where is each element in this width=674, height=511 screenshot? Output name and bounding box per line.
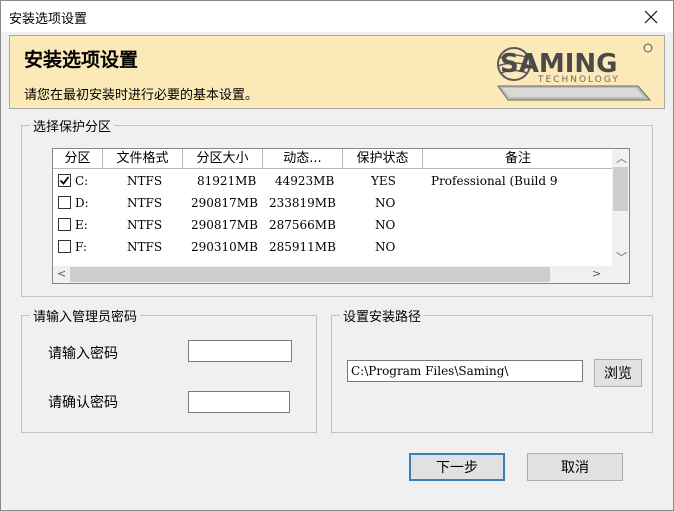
drive-cell: F: (75, 240, 87, 254)
partition-checkbox[interactable] (58, 240, 71, 253)
password-group-label: 请输入管理员密码 (30, 306, 141, 325)
size-cell: 290310MB (191, 240, 258, 254)
dynamic-cell: 285911MB (269, 240, 336, 254)
next-button[interactable]: 下一步 (409, 453, 505, 481)
scroll-up-icon[interactable]: ︿ (616, 150, 627, 166)
partition-group-label: 选择保护分区 (30, 116, 115, 135)
status-cell: NO (375, 240, 396, 254)
installer-dialog: 安装选项设置 安装选项设置 请您在最初安装时进行必要的基本设置。 SAMING … (0, 0, 674, 511)
horizontal-scroll-thumb[interactable] (70, 267, 550, 282)
partition-list[interactable]: 分区 文件格式 分区大小 动态... 保护状态 备注 C: NTFS 81921… (52, 148, 630, 284)
size-cell: 81921MB (197, 174, 257, 188)
check-icon (59, 176, 70, 185)
status-cell: NO (375, 218, 396, 232)
install-path-input[interactable]: C:\Program Files\Saming\ (347, 360, 583, 382)
dynamic-cell: 233819MB (269, 196, 336, 210)
vertical-scroll-thumb[interactable] (613, 167, 628, 211)
size-cell: 290817MB (191, 218, 258, 232)
partition-list-vertical-scrollbar[interactable]: ︿ ﹀ (612, 149, 629, 266)
install-path-groupbox: 设置安装路径 C:\Program Files\Saming\ 浏览 (331, 306, 653, 433)
column-header-note[interactable]: 备注 (423, 149, 613, 169)
status-cell: NO (375, 196, 396, 210)
saming-logo: SAMING TECHNOLOGY (497, 43, 653, 101)
note-cell: Professional (Build 9 (431, 174, 558, 188)
column-header-dynamic[interactable]: 动态... (263, 149, 343, 169)
column-header-drive[interactable]: 分区 (53, 149, 103, 169)
password-input[interactable] (188, 340, 292, 362)
dynamic-cell: 44923MB (275, 174, 335, 188)
drive-cell: D: (75, 196, 89, 210)
format-cell: NTFS (127, 240, 163, 254)
column-header-size[interactable]: 分区大小 (183, 149, 263, 169)
dynamic-cell: 287566MB (269, 218, 336, 232)
format-cell: NTFS (127, 174, 163, 188)
password-label: 请输入密码 (48, 346, 118, 362)
partition-list-horizontal-scrollbar[interactable]: < > (53, 266, 629, 283)
logo-tagline: TECHNOLOGY (537, 75, 620, 85)
table-row[interactable]: E: NTFS 290817MB 287566MB NO (53, 214, 613, 236)
partition-checkbox[interactable] (58, 218, 71, 231)
column-header-status[interactable]: 保护状态 (343, 149, 423, 169)
table-row[interactable]: C: NTFS 81921MB 44923MB YES Professional… (53, 170, 613, 192)
size-cell: 290817MB (191, 196, 258, 210)
banner-title: 安装选项设置 (24, 49, 139, 71)
browse-button[interactable]: 浏览 (594, 359, 642, 387)
close-button[interactable] (629, 1, 673, 32)
install-path-group-label: 设置安装路径 (340, 306, 425, 325)
drive-cell: C: (75, 174, 89, 188)
partition-checkbox[interactable] (58, 174, 71, 187)
column-header-format[interactable]: 文件格式 (103, 149, 183, 169)
partition-list-header: 分区 文件格式 分区大小 动态... 保护状态 备注 (53, 149, 613, 170)
scroll-right-icon[interactable]: > (592, 267, 601, 280)
scroll-down-icon[interactable]: ﹀ (616, 249, 627, 265)
confirm-password-label: 请确认密码 (48, 395, 118, 411)
table-row[interactable]: F: NTFS 290310MB 285911MB NO (53, 236, 613, 258)
banner-subtitle: 请您在最初安装时进行必要的基本设置。 (24, 88, 259, 103)
cancel-button[interactable]: 取消 (527, 453, 623, 481)
header-banner: 安装选项设置 请您在最初安装时进行必要的基本设置。 SAMING TECHNOL… (9, 35, 665, 109)
partition-checkbox[interactable] (58, 196, 71, 209)
title-bar[interactable]: 安装选项设置 (1, 1, 673, 32)
window-title: 安装选项设置 (9, 12, 88, 27)
format-cell: NTFS (127, 196, 163, 210)
close-icon (644, 10, 658, 23)
table-row[interactable]: D: NTFS 290817MB 233819MB NO (53, 192, 613, 214)
format-cell: NTFS (127, 218, 163, 232)
status-cell: YES (371, 174, 396, 188)
confirm-password-input[interactable] (188, 391, 290, 413)
password-groupbox: 请输入管理员密码 请输入密码 请确认密码 (21, 306, 317, 433)
drive-cell: E: (75, 218, 88, 232)
scroll-left-icon[interactable]: < (57, 267, 66, 280)
partition-groupbox: 选择保护分区 分区 文件格式 分区大小 动态... 保护状态 备注 C: NTF… (21, 116, 653, 297)
